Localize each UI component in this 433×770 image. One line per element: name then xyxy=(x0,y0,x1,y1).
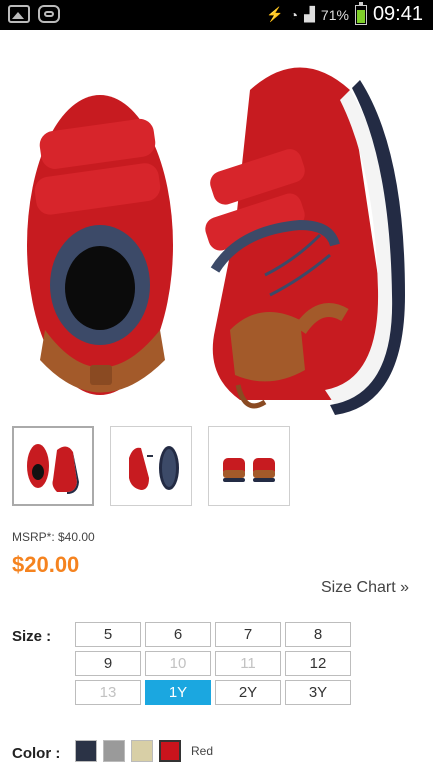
size-option-11: 11 xyxy=(215,651,281,676)
thumbnail-1[interactable] xyxy=(12,426,94,506)
thumbnail-2[interactable] xyxy=(110,426,192,506)
size-option-9[interactable]: 9 xyxy=(75,651,141,676)
size-label: Size : xyxy=(12,628,52,645)
size-option-8[interactable]: 8 xyxy=(285,622,351,647)
size-option-12[interactable]: 12 xyxy=(285,651,351,676)
thumbnail-strip xyxy=(12,426,290,506)
size-option-6[interactable]: 6 xyxy=(145,622,211,647)
size-option-10: 10 xyxy=(145,651,211,676)
thumbnail-sneakers-image xyxy=(27,444,79,494)
gallery-notification-icon xyxy=(8,5,30,23)
battery-percent: 71% xyxy=(320,6,349,23)
battery-icon xyxy=(354,1,367,25)
thumbnail-sneakers-side-image xyxy=(129,446,179,490)
color-label: Color : xyxy=(12,745,61,762)
color-swatch-tan[interactable] xyxy=(131,740,153,762)
color-swatches: Red xyxy=(75,740,213,762)
signal-icon: ▟ xyxy=(304,6,315,22)
thumbnail-sneakers-back-image xyxy=(223,458,275,482)
size-option-3y[interactable]: 3Y xyxy=(285,680,351,705)
size-option-13: 13 xyxy=(75,680,141,705)
sneakers-image xyxy=(27,67,405,415)
mute-icon: ⚡ xyxy=(266,6,284,22)
size-option-7[interactable]: 7 xyxy=(215,622,281,647)
size-option-5[interactable]: 5 xyxy=(75,622,141,647)
clock: 09:41 xyxy=(372,3,423,25)
color-swatch-red[interactable] xyxy=(159,740,181,762)
color-swatch-navy[interactable] xyxy=(75,740,97,762)
sale-price: $20.00 xyxy=(12,552,80,577)
selected-color-name: Red xyxy=(191,744,214,758)
color-swatch-gray[interactable] xyxy=(103,740,125,762)
thumbnail-3[interactable] xyxy=(208,426,290,506)
wifi-icon: ◔ xyxy=(289,6,299,23)
size-option-2y[interactable]: 2Y xyxy=(215,680,281,705)
size-option-1y[interactable]: 1Y xyxy=(145,680,211,705)
size-options: 5 6 7 8 9 10 11 12 13 1Y 2Y 3Y xyxy=(75,622,351,705)
product-main-image[interactable] xyxy=(0,30,433,415)
app-notification-icon xyxy=(38,5,60,23)
msrp-price: MSRP*: $40.00 xyxy=(12,530,95,544)
size-chart-link[interactable]: Size Chart » xyxy=(321,579,409,597)
status-bar: ⚡ ◔ ▟ 71% 09:41 xyxy=(0,0,433,30)
